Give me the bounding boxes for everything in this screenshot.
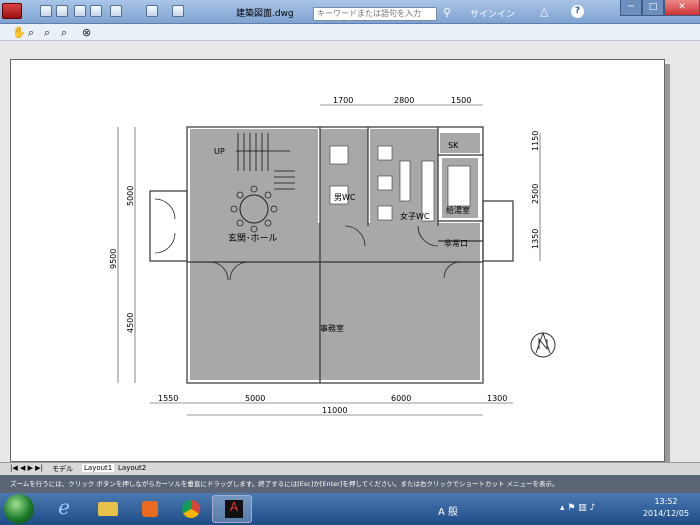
save-as-icon[interactable] <box>90 5 102 17</box>
chrome-icon[interactable] <box>172 495 212 523</box>
close-icon[interactable]: ⊗ <box>82 26 91 39</box>
dim-bottom-2: 5000 <box>245 394 265 403</box>
title-bar: 建築図面.dwg キーワードまたは語句を入力 ⚲ サインイン △ ? ─ □ ✕ <box>0 0 700 24</box>
tray-icons[interactable]: ▴ ⚑ ▥ ♪ <box>560 503 595 513</box>
north-arrow-icon <box>530 331 556 358</box>
tab-layout2[interactable]: Layout2 <box>118 464 146 472</box>
binoculars-icon[interactable]: ⚲ <box>443 6 451 19</box>
plot-icon[interactable] <box>110 5 122 17</box>
signin-button[interactable]: サインイン <box>470 7 515 20</box>
dim-bottom-3: 6000 <box>391 394 411 403</box>
explorer-icon[interactable] <box>88 495 128 523</box>
pan-icon[interactable]: ✋ <box>12 26 26 39</box>
undo-icon[interactable] <box>146 5 158 17</box>
label-up: UP <box>214 147 225 156</box>
dim-total-width: 11000 <box>322 406 347 415</box>
zoom-window-icon[interactable]: ⌕ <box>44 26 50 40</box>
dim-left-1: 5000 <box>126 186 135 206</box>
close-button[interactable]: ✕ <box>664 0 700 16</box>
office-area <box>190 262 480 380</box>
maximize-button[interactable]: □ <box>642 0 664 16</box>
help-icon[interactable]: ? <box>571 5 584 18</box>
save-icon[interactable] <box>74 5 86 17</box>
dim-top-1: 1700 <box>333 96 353 105</box>
document-title: 建築図面.dwg <box>236 9 294 19</box>
dim-right-2: 2500 <box>531 184 540 204</box>
search-input[interactable]: キーワードまたは語句を入力 <box>313 7 437 21</box>
zoom-realtime-icon[interactable]: ⌕ <box>28 26 34 40</box>
tab-layout1[interactable]: Layout1 <box>82 464 115 472</box>
clock-time: 13:52 <box>654 497 678 506</box>
app-menu-icon[interactable] <box>2 3 22 19</box>
dim-left-3: 4500 <box>126 313 135 333</box>
new-file-icon[interactable] <box>40 5 52 17</box>
label-office: 事務室 <box>320 323 344 333</box>
zoom-previous-icon[interactable]: ⌕ <box>61 26 67 40</box>
media-player-icon[interactable] <box>130 495 170 523</box>
ie-icon[interactable]: ℯ <box>44 495 84 523</box>
clock-date: 2014/12/05 <box>642 509 690 518</box>
label-kitchenette: 給湯室 <box>446 205 470 215</box>
dim-left-2: 9500 <box>109 249 118 269</box>
dim-right-1: 1150 <box>531 131 540 151</box>
ime-indicator[interactable]: A 般 <box>438 503 458 518</box>
label-mens-wc: 男WC <box>334 193 356 202</box>
label-womens-wc: 女子WC <box>400 211 430 221</box>
start-button[interactable] <box>4 494 34 524</box>
open-file-icon[interactable] <box>56 5 68 17</box>
tab-nav-arrows[interactable]: |◀ ◀ ▶ ▶| <box>10 464 43 472</box>
label-hall: 玄関･ホール <box>228 232 278 244</box>
label-sk: SK <box>448 141 459 150</box>
dim-top-2: 2800 <box>394 96 414 105</box>
label-emergency-exit: 非常口 <box>444 238 468 248</box>
command-line[interactable]: ズームを行うには、クリック ボタンを押しながらカーソルを垂直にドラッグします。終… <box>0 475 700 493</box>
exchange-icon[interactable]: △ <box>540 5 548 18</box>
layout-tabs: |◀ ◀ ▶ ▶| モデル Layout1 Layout2 <box>0 462 700 475</box>
tab-model[interactable]: モデル <box>52 464 73 474</box>
dim-top-3: 1500 <box>451 96 471 105</box>
redo-icon[interactable] <box>172 5 184 17</box>
dim-bottom-4: 1300 <box>487 394 507 403</box>
dim-right-3: 1350 <box>531 229 540 249</box>
dim-bottom-1: 1550 <box>158 394 178 403</box>
autocad-taskbar-icon[interactable]: A <box>212 495 252 523</box>
mens-wc-area <box>320 129 368 226</box>
sk-area <box>440 133 480 153</box>
minimize-button[interactable]: ─ <box>620 0 642 16</box>
floor-plan: UP 玄関･ホール 男WC 女子WC 給湯室 SK 非常口 事務室 1700 2… <box>109 96 556 416</box>
taskbar: ℯ A A 般 ▴ ⚑ ▥ ♪ 13:52 2014/12/05 <box>0 493 700 525</box>
navigation-toolbar: ✋ ⌕ ⌕ ⌕ ⊗ <box>0 24 700 41</box>
clock[interactable]: 13:52 2014/12/05 <box>634 496 698 520</box>
drawing-canvas[interactable]: UP 玄関･ホール 男WC 女子WC 給湯室 SK 非常口 事務室 1700 2… <box>0 41 700 462</box>
